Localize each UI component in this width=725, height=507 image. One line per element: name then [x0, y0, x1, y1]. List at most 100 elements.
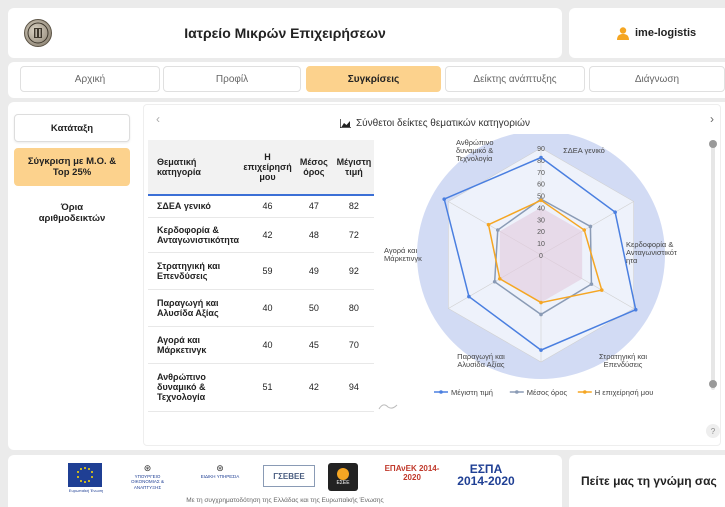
- feedback-link[interactable]: Πείτε μας τη γνώμη σας: [581, 474, 717, 488]
- sidebar-item-ratio-limits[interactable]: Όρια αριθμοδεικτών: [14, 196, 130, 230]
- radar-chart: 0102030405060708090 ΣΔΕΑ γενικόΚερδοφορία…: [384, 134, 677, 397]
- max-cell: 80: [333, 289, 374, 327]
- cofinancing-caption: Με τη συγχρηματοδότηση της Ελλάδας και τ…: [186, 497, 384, 504]
- column-header: Η επιχείρησή μου: [241, 140, 294, 196]
- my-value-cell: 59: [241, 252, 294, 290]
- radar-tick-label: 60: [537, 182, 545, 189]
- radar-series-point: [633, 307, 638, 312]
- radar-axis-label: Στρατηγική και Επενδύσεις: [599, 352, 647, 369]
- radar-series-point: [492, 279, 497, 284]
- category-cell: Αγορά και Μάρκετινγκ: [148, 326, 242, 364]
- ministry-caption: ΥΠΟΥΡΓΕΙΟ ΟΙΚΟΝΟΜΙΑΣ & ΑΝΑΠΤΥΞΗΣ: [131, 473, 164, 490]
- table-row: Αγορά και Μάρκετινγκ 40 45 70: [148, 326, 374, 364]
- scroll-top-handle[interactable]: [709, 140, 717, 148]
- radar-series-point: [588, 224, 593, 229]
- max-cell: 92: [333, 252, 374, 290]
- tab-profile[interactable]: Προφίλ: [163, 66, 301, 92]
- user-icon: [617, 26, 629, 40]
- radar-tick-label: 90: [537, 146, 545, 153]
- my-value-cell: 40: [241, 326, 294, 364]
- ministry2-caption: ΕΙΔΙΚΗ ΥΠΗΡΕΣΙΑ: [200, 473, 240, 479]
- eu-flag-logo: [68, 463, 102, 487]
- comparison-table: Θεματική κατηγορία Η επιχείρησή μου Μέσο…: [148, 140, 374, 412]
- tab-home[interactable]: Αρχική: [20, 66, 160, 92]
- radar-axis-label: Αγορά και Μάρκετινγκ: [384, 246, 422, 263]
- radar-tick-label: 40: [537, 205, 545, 212]
- radar-axis-label: Παραγωγή και Αλυσίδα Αξίας: [457, 352, 505, 369]
- eoe-caption: ΕΣΕΕ: [336, 480, 350, 486]
- eoe-logo: ΕΣΕΕ: [328, 463, 358, 491]
- radar-series-point: [589, 282, 594, 286]
- radar-series-point: [539, 300, 543, 305]
- epanek-caption: ΕΠΑνΕΚ 2014-2020: [384, 464, 440, 482]
- average-cell: 48: [293, 217, 334, 253]
- tab-comparisons[interactable]: Συγκρίσεις: [306, 66, 441, 92]
- radar-tick-label: 0: [539, 253, 543, 260]
- legend-swatch-dot: [583, 390, 587, 394]
- radar-axis-label-line: ητα: [626, 256, 638, 265]
- my-value-cell: 51: [241, 363, 294, 412]
- radar-axis-label-line: Τεχνολογία: [456, 154, 493, 163]
- legend-label: Η επιχείρησή μου: [595, 388, 654, 397]
- scroll-bottom-handle[interactable]: [709, 380, 717, 388]
- radar-tick-label: 30: [537, 217, 545, 224]
- table-row: Κερδοφορία & Ανταγωνιστικότητα 42 48 72: [148, 217, 374, 253]
- espa-caption: ΕΣΠΑ 2014-2020: [457, 462, 515, 488]
- column-header: Μέσος όρος: [293, 140, 334, 196]
- esee-logo: ΓΣΕΒΕΕ: [263, 465, 315, 487]
- radar-series-point: [539, 155, 543, 160]
- legend-label: Μέσος όρος: [527, 388, 568, 397]
- radar-axis-label-line: Μάρκετινγκ: [384, 254, 422, 263]
- help-icon[interactable]: ?: [706, 424, 720, 438]
- radar-series-point: [467, 294, 471, 299]
- radar-series-point: [539, 312, 543, 317]
- main-tabs: Αρχική Προφίλ Συγκρίσεις Δείκτης ανάπτυξ…: [8, 62, 725, 98]
- average-cell: 50: [293, 289, 334, 327]
- radar-axis-label: ΣΔΕΑ γενικό: [563, 146, 605, 155]
- user-menu[interactable]: ime-logistis: [569, 8, 725, 58]
- chevron-left-icon[interactable]: ‹: [150, 111, 166, 127]
- radar-series-point: [613, 210, 617, 214]
- sidebar-item-ranking[interactable]: Κατάταξη: [14, 114, 130, 142]
- radar-tick-label: 70: [537, 170, 545, 177]
- my-value-cell: 42: [241, 217, 294, 253]
- sidebar-item-comparison-average[interactable]: Σύγκριση με Μ.Ο. & Top 25%: [14, 148, 130, 186]
- tab-growth-index[interactable]: Δείκτης ανάπτυξης: [445, 66, 585, 92]
- chart-heading-text: Σύνθετοι δείκτες θεματικών κατηγοριών: [356, 118, 530, 129]
- average-cell: 49: [293, 252, 334, 290]
- tab-diagnosis[interactable]: Διάγνωση: [589, 66, 725, 92]
- radar-series-point: [442, 197, 447, 201]
- radar-axis-label: Ανθρώπινο δυναμικό & Τεχνολογία: [456, 138, 494, 163]
- category-cell: Ανθρώπινο δυναμικό & Τεχνολογία: [148, 363, 242, 412]
- max-cell: 94: [333, 363, 374, 412]
- legend-swatch-dot: [515, 390, 519, 394]
- epanek-logo: ΕΠΑνΕΚ 2014-2020: [378, 464, 446, 489]
- radar-series-point: [582, 228, 587, 232]
- max-cell: 82: [333, 195, 374, 218]
- radar-series-point: [539, 198, 543, 203]
- ministry2-logo: ⊛ ΕΙΔΙΚΗ ΥΠΗΡΕΣΙΑ: [200, 463, 240, 479]
- table-row: ΣΔΕΑ γενικό 46 47 82: [148, 195, 374, 218]
- feedback-box[interactable]: Πείτε μας τη γνώμη σας: [569, 455, 725, 507]
- chevron-right-icon[interactable]: ›: [704, 111, 720, 127]
- legend-label: Μέγιστη τιμή: [451, 388, 493, 397]
- header-bar: Ιατρείο Μικρών Επιχειρήσεων: [8, 8, 562, 58]
- radar-series-point: [539, 348, 543, 352]
- area-chart-icon: [340, 119, 351, 128]
- espa-logo: ΕΣΠΑ 2014-2020: [456, 463, 516, 491]
- radar-tick-label: 20: [537, 229, 545, 236]
- username-label: ime-logistis: [635, 27, 697, 39]
- radar-series-point: [599, 288, 604, 292]
- partners-footer: Ευρωπαϊκή Ένωση ⊛ ΥΠΟΥΡΓΕΙΟ ΟΙΚΟΝΟΜΙΑΣ & …: [8, 455, 562, 507]
- radar-axis-label-line: Αλυσίδα Αξίας: [457, 360, 505, 369]
- table-row: Παραγωγή και Αλυσίδα Αξίας 40 50 80: [148, 289, 374, 327]
- max-cell: 70: [333, 326, 374, 364]
- radar-tick-label: 10: [537, 241, 545, 248]
- my-value-cell: 40: [241, 289, 294, 327]
- radar-series-point: [498, 276, 502, 281]
- vertical-scrollbar[interactable]: [711, 140, 715, 390]
- chart-reset-icon[interactable]: [378, 398, 398, 410]
- max-cell: 72: [333, 217, 374, 253]
- column-header: Θεματική κατηγορία: [148, 140, 242, 196]
- my-value-cell: 46: [241, 195, 294, 218]
